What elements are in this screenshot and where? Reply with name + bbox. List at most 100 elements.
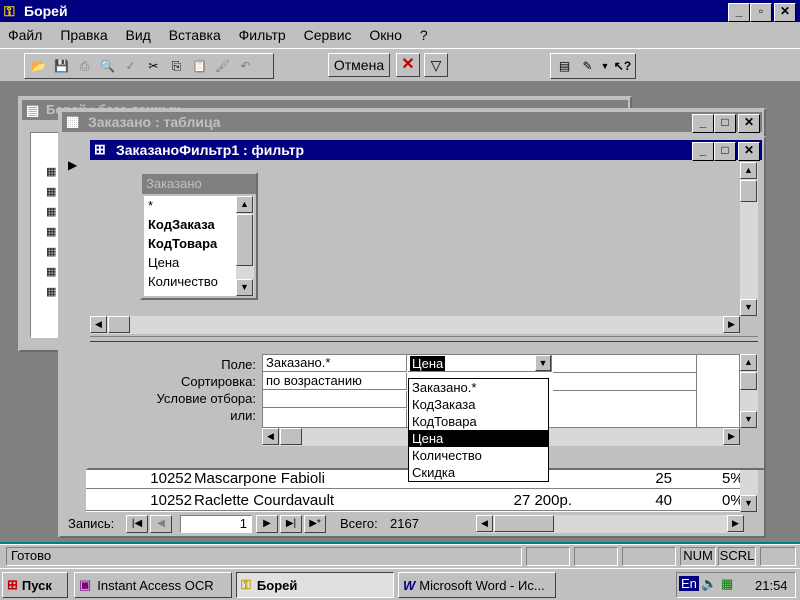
copy-icon[interactable]: ⎘: [165, 55, 188, 77]
quantity-cell: 25: [655, 470, 672, 487]
scroll-down-icon[interactable]: ▼: [740, 411, 757, 428]
dropdown-option[interactable]: Скидка: [409, 464, 548, 481]
pane-splitter[interactable]: [90, 336, 758, 342]
status-bar: Готово NUM SCRL: [0, 544, 800, 568]
menu-insert[interactable]: Вставка: [169, 27, 221, 43]
minimize-button[interactable]: _: [728, 3, 750, 22]
clock[interactable]: 21:54: [755, 578, 788, 593]
scroll-right-icon[interactable]: ▶: [723, 316, 740, 333]
qbe-criteria-cell[interactable]: [263, 391, 407, 408]
help-icon[interactable]: ↖?: [611, 55, 634, 77]
field-list-scrollbar[interactable]: ▲ ▼: [236, 196, 254, 296]
maximize-button[interactable]: □: [714, 114, 736, 133]
field-item-key[interactable]: КодЗаказа: [148, 215, 236, 234]
first-record-button[interactable]: |◀: [126, 515, 148, 533]
preview-icon[interactable]: 🔍: [96, 55, 119, 77]
menu-file[interactable]: Файл: [8, 27, 42, 43]
minimize-button[interactable]: _: [692, 114, 714, 133]
key-icon: ⚿: [4, 3, 15, 19]
save-icon[interactable]: 💾: [50, 55, 73, 77]
taskbar-item-ocr[interactable]: ▣ Instant Access OCR: [74, 572, 232, 598]
record-navigation-bar: Запись: |◀ ◀ 1 ▶ ▶| ▶* Всего: 2167 ◀ ▶: [62, 512, 762, 536]
cut-icon[interactable]: ✂: [142, 55, 165, 77]
scroll-left-icon[interactable]: ◀: [90, 316, 107, 333]
remove-filter-button[interactable]: ✕: [396, 53, 420, 77]
format-painter-icon[interactable]: 🖌: [211, 55, 234, 77]
scroll-up-icon[interactable]: ▲: [740, 162, 757, 179]
new-object-icon[interactable]: ✎: [576, 55, 599, 77]
dropdown-option[interactable]: Количество: [409, 447, 548, 464]
scroll-up-icon[interactable]: ▲: [236, 196, 253, 213]
scroll-down-icon[interactable]: ▼: [236, 279, 253, 296]
qbe-field-cell[interactable]: Цена ▼: [408, 355, 552, 372]
language-indicator[interactable]: En: [679, 576, 699, 591]
qbe-vertical-scrollbar[interactable]: ▲ ▼: [740, 354, 758, 428]
menu-window[interactable]: Окно: [369, 27, 402, 43]
scroll-up-icon[interactable]: ▲: [740, 354, 757, 371]
minimize-button[interactable]: _: [692, 142, 714, 161]
scheduler-icon[interactable]: ▦: [721, 576, 733, 592]
cancel-button[interactable]: Отмена: [328, 53, 390, 77]
upper-vertical-scrollbar[interactable]: ▲ ▼: [740, 162, 758, 316]
menu-view[interactable]: Вид: [126, 27, 151, 43]
open-icon[interactable]: 📂: [27, 55, 50, 77]
datasheet-vertical-scrollbar[interactable]: ▼: [740, 468, 758, 512]
word-icon: W: [403, 577, 416, 593]
menu-filter[interactable]: Фильтр: [239, 27, 286, 43]
start-button[interactable]: ⊞ Пуск: [2, 572, 68, 598]
taskbar-item-borei[interactable]: ⚿ Борей: [236, 572, 394, 598]
menu-edit[interactable]: Правка: [60, 27, 107, 43]
field-item[interactable]: Цена: [148, 253, 236, 272]
filter-icon: ⊞: [94, 141, 106, 157]
last-record-button[interactable]: ▶|: [280, 515, 302, 533]
field-list-box[interactable]: Заказано * КодЗаказа КодТовара Цена Коли…: [140, 172, 258, 300]
print-icon[interactable]: ⎙: [73, 55, 96, 77]
upper-horizontal-scrollbar[interactable]: ◀ ▶: [90, 316, 740, 334]
close-button[interactable]: ✕: [738, 114, 760, 133]
field-item-key[interactable]: КодТовара: [148, 234, 236, 253]
product-cell: Mascarpone Fabioli: [194, 470, 325, 487]
scroll-left-icon[interactable]: ◀: [262, 428, 279, 445]
paste-icon[interactable]: 📋: [188, 55, 211, 77]
table-row[interactable]: 10252 Raclette Courdavault 27 200р. 40 0…: [86, 490, 744, 511]
table-window-title: Заказано : таблица: [88, 114, 221, 130]
spelling-icon[interactable]: ✓: [119, 55, 142, 77]
close-button[interactable]: ✕: [774, 3, 796, 22]
qbe-field-cell[interactable]: Заказано.*: [263, 355, 407, 372]
qbe-sort-cell[interactable]: по возрастанию: [263, 373, 407, 390]
product-cell: Raclette Courdavault: [194, 492, 335, 509]
previous-record-button[interactable]: ◀: [150, 515, 172, 533]
database-window-icon[interactable]: ▤: [553, 55, 576, 77]
qbe-or-cell[interactable]: [263, 409, 407, 427]
field-item[interactable]: Количество: [148, 272, 236, 291]
chevron-down-icon[interactable]: ▼: [599, 55, 611, 77]
restore-button[interactable]: ▫: [750, 3, 772, 22]
dropdown-option-selected[interactable]: Цена: [409, 430, 548, 447]
field-item[interactable]: *: [148, 196, 236, 215]
dropdown-option[interactable]: КодЗаказа: [409, 396, 548, 413]
row-label-criteria: Условие отбора:: [156, 391, 256, 406]
dropdown-option[interactable]: Заказано.*: [409, 379, 548, 396]
chevron-down-icon[interactable]: ▼: [535, 355, 551, 371]
scroll-right-icon[interactable]: ▶: [723, 428, 740, 445]
speaker-icon[interactable]: 🔈: [701, 576, 717, 592]
start-label: Пуск: [21, 577, 52, 593]
new-record-button[interactable]: ▶*: [304, 515, 326, 533]
apply-filter-button[interactable]: ▽: [424, 53, 448, 77]
field-dropdown-list[interactable]: Заказано.* КодЗаказа КодТовара Цена Коли…: [408, 378, 549, 482]
row-label-field: Поле:: [221, 357, 256, 372]
scroll-right-icon[interactable]: ▶: [727, 515, 744, 532]
menu-help[interactable]: ?: [420, 27, 428, 43]
taskbar-item-word[interactable]: W Microsoft Word - Ис...: [398, 572, 556, 598]
record-number-input[interactable]: 1: [180, 515, 252, 533]
next-record-button[interactable]: ▶: [256, 515, 278, 533]
datasheet-horizontal-scrollbar[interactable]: ◀ ▶: [476, 515, 744, 533]
undo-icon[interactable]: ↶: [234, 55, 257, 77]
scroll-down-icon[interactable]: ▼: [740, 495, 757, 512]
menu-tools[interactable]: Сервис: [304, 27, 352, 43]
maximize-button[interactable]: □: [714, 142, 736, 161]
close-button[interactable]: ✕: [738, 142, 760, 161]
scroll-left-icon[interactable]: ◀: [476, 515, 493, 532]
scroll-down-icon[interactable]: ▼: [740, 299, 757, 316]
dropdown-option[interactable]: КодТовара: [409, 413, 548, 430]
